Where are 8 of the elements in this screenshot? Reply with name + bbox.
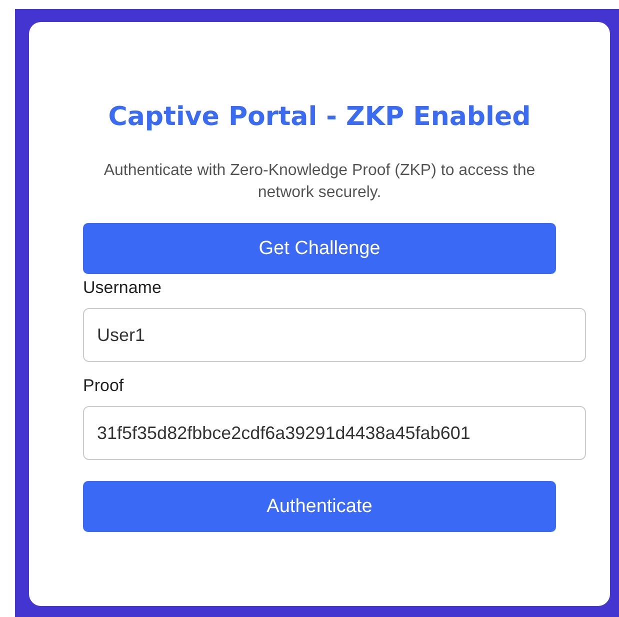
input-field[interactable]: 31f5f35d82fbbce2cdf6a39291d4438a45fab601 (83, 406, 586, 460)
authenticate-button[interactable]: Authenticate (83, 481, 556, 532)
field-label: Proof (83, 375, 124, 397)
get-challenge-button[interactable]: Get Challenge (83, 223, 556, 274)
field-label: Username (83, 277, 162, 299)
description-text: Authenticate with Zero-Knowledge Proof (ZKP) to access the network securely. (102, 161, 536, 203)
page-title: Captive Portal - ZKP Enabled (107, 102, 532, 132)
input-field[interactable]: User1 (83, 308, 586, 362)
